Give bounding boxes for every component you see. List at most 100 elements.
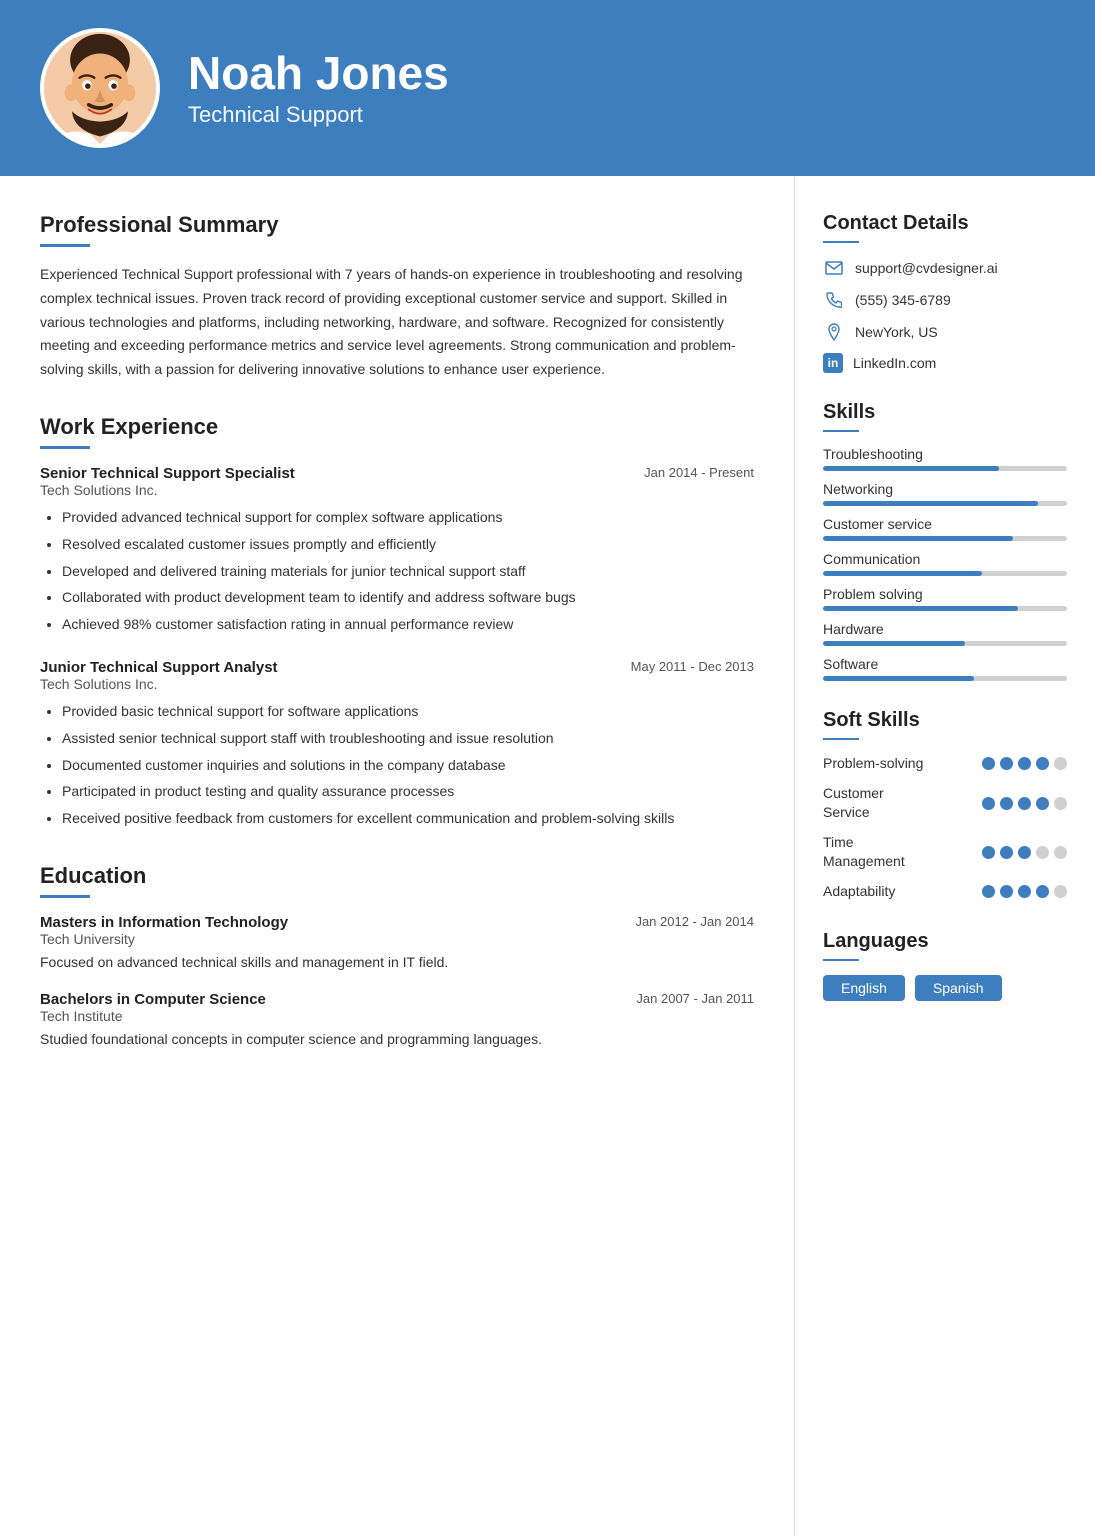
skill-bar-fill bbox=[823, 641, 965, 646]
dot-empty bbox=[1054, 846, 1067, 859]
edu-entry: Masters in Information Technology Jan 201… bbox=[40, 914, 754, 973]
job-bullet: Achieved 98% customer satisfaction ratin… bbox=[62, 613, 754, 637]
email-icon bbox=[823, 257, 845, 279]
skill-name: Software bbox=[823, 656, 1067, 672]
job-title-text: Junior Technical Support Analyst bbox=[40, 659, 278, 676]
job-bullet: Developed and delivered training materia… bbox=[62, 560, 754, 584]
language-badge: English bbox=[823, 975, 905, 1001]
skill-bar-fill bbox=[823, 466, 999, 471]
edu-school: Tech University bbox=[40, 931, 754, 947]
header-section: Noah Jones Technical Support bbox=[0, 0, 1095, 176]
work-experience-underline bbox=[40, 446, 90, 449]
summary-underline bbox=[40, 244, 90, 247]
education-underline bbox=[40, 895, 90, 898]
soft-skill-item: Customer Service bbox=[823, 784, 1067, 823]
summary-text: Experienced Technical Support profession… bbox=[40, 263, 754, 382]
contact-item: (555) 345-6789 bbox=[823, 289, 1067, 311]
skill-bar-bg bbox=[823, 536, 1067, 541]
dot-filled bbox=[1000, 757, 1013, 770]
jobs-container: Senior Technical Support Specialist Jan 2… bbox=[40, 465, 754, 831]
skills-underline bbox=[823, 430, 859, 432]
skill-bar-bg bbox=[823, 466, 1067, 471]
language-badge: Spanish bbox=[915, 975, 1002, 1001]
soft-skill-item: Problem-solving bbox=[823, 754, 1067, 774]
job-bullets: Provided basic technical support for sof… bbox=[40, 700, 754, 831]
dot-filled bbox=[1000, 797, 1013, 810]
edu-school: Tech Institute bbox=[40, 1008, 754, 1024]
skill-bar-bg bbox=[823, 641, 1067, 646]
summary-title: Professional Summary bbox=[40, 212, 754, 238]
job-bullet: Received positive feedback from customer… bbox=[62, 807, 754, 831]
soft-skill-dots bbox=[982, 797, 1067, 810]
soft-skill-name: Time Management bbox=[823, 833, 982, 872]
job-bullet: Provided basic technical support for sof… bbox=[62, 700, 754, 724]
skills-container: Troubleshooting Networking Customer servic… bbox=[823, 446, 1067, 681]
skill-item: Networking bbox=[823, 481, 1067, 506]
dot-filled bbox=[1018, 885, 1031, 898]
dot-filled bbox=[1018, 846, 1031, 859]
edu-degree: Bachelors in Computer Science bbox=[40, 991, 266, 1008]
soft-skill-name: Adaptability bbox=[823, 882, 982, 902]
job-company: Tech Solutions Inc. bbox=[40, 482, 754, 498]
edu-date: Jan 2007 - Jan 2011 bbox=[636, 991, 754, 1006]
skill-name: Communication bbox=[823, 551, 1067, 567]
contact-value: (555) 345-6789 bbox=[855, 292, 951, 308]
dot-filled bbox=[1036, 885, 1049, 898]
edu-degree: Masters in Information Technology bbox=[40, 914, 288, 931]
skill-item: Communication bbox=[823, 551, 1067, 576]
contact-item: inLinkedIn.com bbox=[823, 353, 1067, 373]
contact-value: NewYork, US bbox=[855, 324, 938, 340]
job-title-text: Senior Technical Support Specialist bbox=[40, 465, 295, 482]
job-bullet: Resolved escalated customer issues promp… bbox=[62, 533, 754, 557]
dot-filled bbox=[982, 757, 995, 770]
job-title: Junior Technical Support Analyst bbox=[40, 659, 278, 676]
skill-name: Problem solving bbox=[823, 586, 1067, 602]
edu-header: Masters in Information Technology Jan 201… bbox=[40, 914, 754, 931]
skill-bar-fill bbox=[823, 536, 1013, 541]
main-column: Professional Summary Experienced Technic… bbox=[0, 176, 795, 1536]
job-header: Senior Technical Support Specialist Jan 2… bbox=[40, 465, 754, 482]
skill-bar-fill bbox=[823, 571, 982, 576]
skill-bar-bg bbox=[823, 501, 1067, 506]
skill-item: Hardware bbox=[823, 621, 1067, 646]
skill-item: Troubleshooting bbox=[823, 446, 1067, 471]
dot-filled bbox=[1018, 757, 1031, 770]
skill-bar-fill bbox=[823, 606, 1018, 611]
edu-entry: Bachelors in Computer Science Jan 2007 - … bbox=[40, 991, 754, 1050]
skills-section: Skills TroubleshootingNetworkingCustomer… bbox=[823, 401, 1067, 681]
work-experience-section: Work Experience Senior Technical Support… bbox=[40, 414, 754, 831]
dot-filled bbox=[982, 846, 995, 859]
skill-bar-bg bbox=[823, 606, 1067, 611]
job-bullets: Provided advanced technical support for … bbox=[40, 506, 754, 637]
skill-name: Hardware bbox=[823, 621, 1067, 637]
dot-filled bbox=[1000, 885, 1013, 898]
soft-skill-item: Adaptability bbox=[823, 882, 1067, 902]
dot-filled bbox=[1000, 846, 1013, 859]
skill-item: Software bbox=[823, 656, 1067, 681]
edu-header: Bachelors in Computer Science Jan 2007 - … bbox=[40, 991, 754, 1008]
header-text: Noah Jones Technical Support bbox=[188, 48, 449, 129]
job-title: Senior Technical Support Specialist bbox=[40, 465, 295, 482]
work-experience-title: Work Experience bbox=[40, 414, 754, 440]
contact-value: support@cvdesigner.ai bbox=[855, 260, 998, 276]
contact-underline bbox=[823, 241, 859, 243]
job-bullet: Collaborated with product development te… bbox=[62, 586, 754, 610]
dot-filled bbox=[1036, 797, 1049, 810]
skill-name: Customer service bbox=[823, 516, 1067, 532]
job-date: Jan 2014 - Present bbox=[644, 465, 754, 480]
edu-desc: Studied foundational concepts in compute… bbox=[40, 1028, 754, 1050]
soft-skills-underline bbox=[823, 738, 859, 740]
contact-section: Contact Details support@cvdesigner.ai(55… bbox=[823, 212, 1067, 373]
contact-container: support@cvdesigner.ai (555) 345-6789 NewYo… bbox=[823, 257, 1067, 373]
contact-item: support@cvdesigner.ai bbox=[823, 257, 1067, 279]
phone-icon bbox=[823, 289, 845, 311]
skill-bar-bg bbox=[823, 571, 1067, 576]
soft-skill-dots bbox=[982, 846, 1067, 859]
edu-date: Jan 2012 - Jan 2014 bbox=[635, 914, 754, 929]
job-bullet: Provided advanced technical support for … bbox=[62, 506, 754, 530]
soft-skill-dots bbox=[982, 885, 1067, 898]
contact-value: LinkedIn.com bbox=[853, 355, 936, 371]
soft-skills-title: Soft Skills bbox=[823, 709, 1067, 732]
job-bullet: Participated in product testing and qual… bbox=[62, 780, 754, 804]
avatar bbox=[40, 28, 160, 148]
